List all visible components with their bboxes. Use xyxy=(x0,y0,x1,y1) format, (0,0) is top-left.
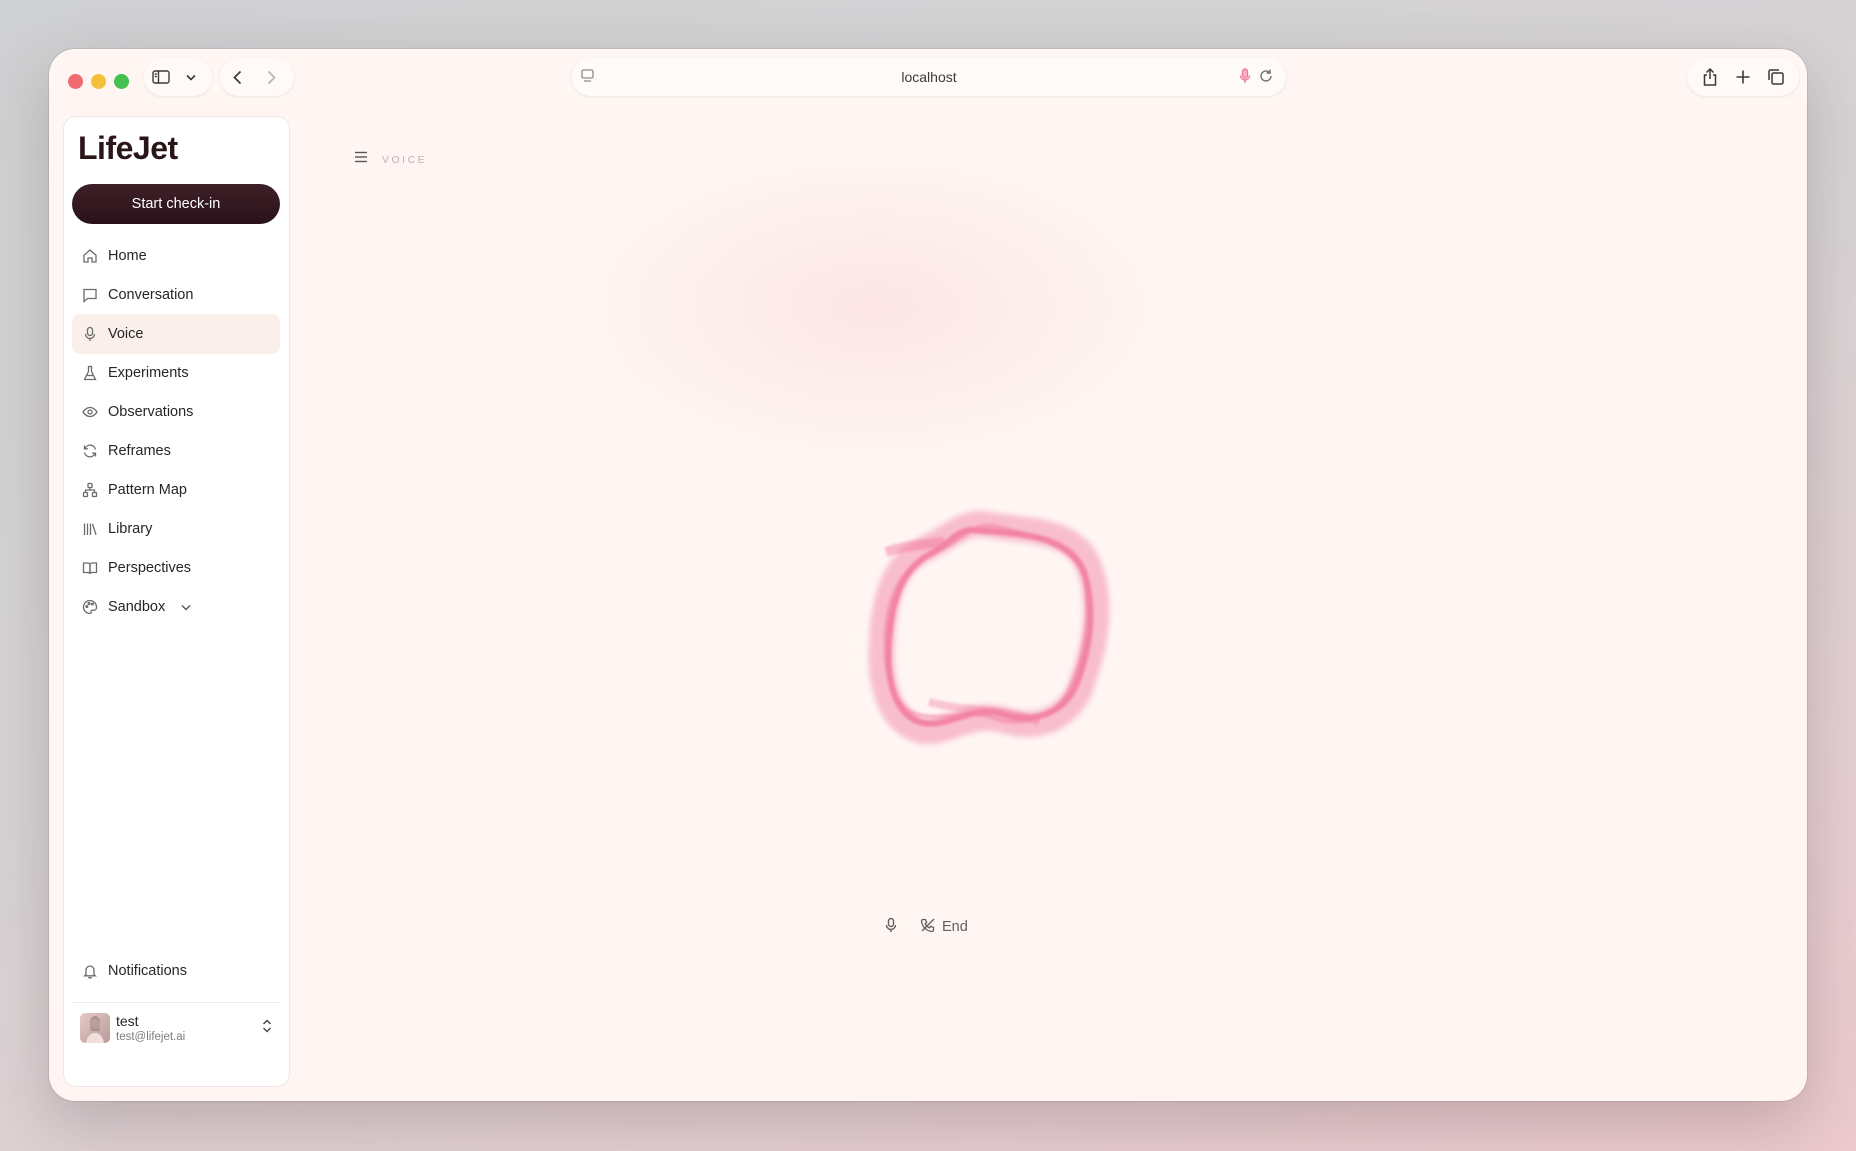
sidebar-toggle-group xyxy=(144,58,212,96)
library-icon xyxy=(82,521,98,537)
user-email: test@lifejet.ai xyxy=(116,1031,186,1043)
chat-icon xyxy=(82,287,98,303)
background-glow xyxy=(574,147,1174,467)
end-call-label: End xyxy=(942,919,968,935)
bell-icon xyxy=(82,963,98,979)
home-icon xyxy=(82,248,98,264)
sidebar-item-pattern-map[interactable]: Pattern Map xyxy=(72,470,280,510)
mic-icon xyxy=(884,917,898,937)
voice-orb-visualizer xyxy=(868,510,1110,745)
minimize-window-button[interactable] xyxy=(91,74,106,89)
sidebar-item-library[interactable]: Library xyxy=(72,509,280,549)
flask-icon xyxy=(82,365,98,381)
sidebar-item-label: Home xyxy=(108,248,147,264)
sidebar-item-voice[interactable]: Voice xyxy=(72,314,280,354)
sidebar-item-label: Voice xyxy=(108,326,144,342)
end-call-button[interactable]: End xyxy=(920,917,968,937)
sidebar-toggle-icon[interactable] xyxy=(144,60,178,94)
chevron-down-icon[interactable] xyxy=(178,60,204,94)
url-text: localhost xyxy=(901,69,957,85)
avatar xyxy=(80,1013,110,1043)
sidebar-item-label: Conversation xyxy=(108,287,194,303)
chevron-down-icon[interactable] xyxy=(181,604,191,611)
forward-arrow-icon[interactable] xyxy=(254,60,288,94)
history-nav-group xyxy=(220,58,294,96)
browser-window: localhost LifeJet Start check-in Home Co… xyxy=(49,49,1807,1101)
sidebar-item-conversation[interactable]: Conversation xyxy=(72,275,280,315)
palette-icon xyxy=(82,599,98,615)
new-tab-icon[interactable] xyxy=(1726,60,1759,94)
close-window-button[interactable] xyxy=(68,74,83,89)
phone-off-icon xyxy=(920,917,936,937)
book-icon xyxy=(82,560,98,576)
sidebar-item-experiments[interactable]: Experiments xyxy=(72,353,280,393)
microphone-active-icon[interactable] xyxy=(1238,67,1252,90)
browser-actions-group xyxy=(1687,58,1799,96)
breadcrumb: VOICE xyxy=(382,154,428,166)
app-sidebar: LifeJet Start check-in Home Conversation… xyxy=(64,117,289,1086)
share-icon[interactable] xyxy=(1693,60,1726,94)
reload-icon[interactable] xyxy=(1258,67,1274,90)
sidebar-item-label: Library xyxy=(108,521,153,537)
network-icon xyxy=(82,482,98,498)
refresh-icon xyxy=(82,443,98,459)
chevron-up-down-icon[interactable] xyxy=(262,1019,272,1038)
sidebar-item-label: Reframes xyxy=(108,443,171,459)
voice-controls: End xyxy=(884,917,968,937)
user-name: test xyxy=(116,1013,139,1029)
sidebar-item-sandbox[interactable]: Sandbox xyxy=(72,587,280,627)
sidebar-item-label: Pattern Map xyxy=(108,482,187,498)
tab-overview-icon[interactable] xyxy=(1760,60,1793,94)
start-check-in-button[interactable]: Start check-in xyxy=(72,184,280,224)
app-logo: LifeJet xyxy=(78,130,178,166)
sidebar-item-label: Sandbox xyxy=(108,599,166,615)
voice-main-panel: VOICE End xyxy=(294,107,1807,1101)
sidebar-item-perspectives[interactable]: Perspectives xyxy=(72,548,280,588)
sidebar-item-label: Notifications xyxy=(108,963,187,979)
sidebar-item-label: Observations xyxy=(108,404,194,420)
sidebar-item-label: Perspectives xyxy=(108,560,192,576)
back-arrow-icon[interactable] xyxy=(220,60,254,94)
zoom-window-button[interactable] xyxy=(114,74,129,89)
eye-icon xyxy=(82,404,98,420)
mute-microphone-button[interactable] xyxy=(884,917,898,937)
user-account-switcher[interactable]: test test@lifejet.ai xyxy=(72,1002,280,1068)
mic-icon xyxy=(82,326,98,342)
menu-icon[interactable] xyxy=(354,151,368,163)
sidebar-item-observations[interactable]: Observations xyxy=(72,392,280,432)
sidebar-item-label: Experiments xyxy=(108,365,189,381)
sidebar-item-reframes[interactable]: Reframes xyxy=(72,431,280,471)
address-bar[interactable]: localhost xyxy=(572,58,1286,96)
sidebar-item-notifications[interactable]: Notifications xyxy=(72,951,280,991)
sidebar-item-home[interactable]: Home xyxy=(72,236,280,276)
